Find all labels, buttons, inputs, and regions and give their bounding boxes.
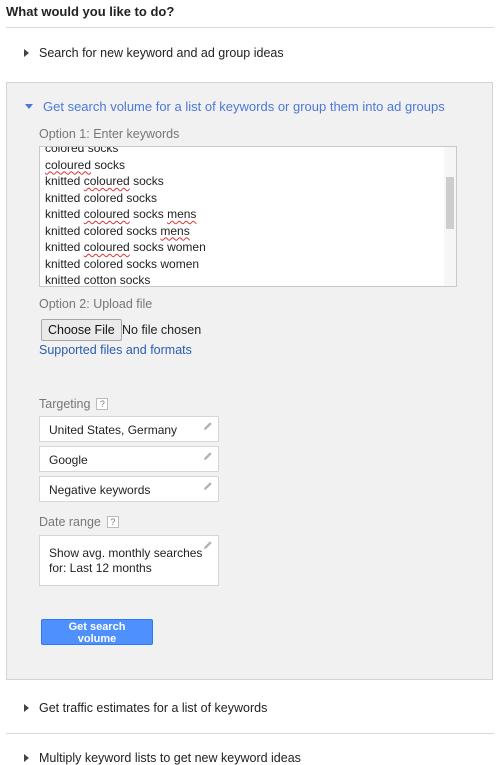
negative-keywords-value: Negative keywords: [49, 483, 151, 497]
choose-file-button[interactable]: Choose File: [41, 319, 122, 341]
section-label: Search for new keyword and ad group idea…: [39, 46, 284, 60]
keywords-textarea[interactable]: colored socks coloured socks knitted col…: [39, 146, 457, 287]
targeting-location[interactable]: United States, Germany: [39, 416, 219, 442]
pencil-icon[interactable]: [203, 481, 213, 491]
section-label: Get search volume for a list of keywords…: [43, 99, 445, 114]
expand-arrow-icon: [24, 703, 29, 712]
help-icon[interactable]: ?: [96, 398, 109, 410]
expand-arrow-icon: [24, 48, 29, 57]
section-label: Multiply keyword lists to get new keywor…: [39, 751, 301, 765]
pencil-icon[interactable]: [203, 451, 213, 461]
keyword-line: knitted coloured socks women: [45, 240, 206, 254]
network-value: Google: [49, 453, 88, 467]
no-file-text: No file chosen: [122, 323, 202, 337]
section-get-search-volume[interactable]: Get search volume for a list of keywords…: [25, 99, 445, 114]
keyword-line: knitted colored socks women: [45, 256, 200, 271]
targeting-negative-keywords[interactable]: Negative keywords: [39, 476, 219, 502]
option1-label: Option 1: Enter keywords: [39, 127, 180, 141]
section-multiply-keyword-lists[interactable]: Multiply keyword lists to get new keywor…: [24, 751, 301, 765]
divider: [6, 733, 494, 734]
section-label: Get traffic estimates for a list of keyw…: [39, 701, 268, 715]
scrollbar-thumb[interactable]: [446, 177, 454, 229]
date-range-value: Show avg. monthly searches for: Last 12 m…: [49, 546, 203, 575]
keyword-line: knitted coloured socks: [45, 174, 164, 188]
supported-files-link[interactable]: Supported files and formats: [39, 343, 192, 357]
page-heading: What would you like to do?: [6, 4, 175, 19]
keyword-line: knitted colored socks mens: [45, 223, 190, 238]
targeting-label: Targeting?: [39, 397, 109, 411]
keyword-line: knitted colored socks: [45, 190, 158, 205]
option2-label: Option 2: Upload file: [39, 297, 153, 311]
get-search-volume-panel: Get search volume for a list of keywords…: [6, 82, 493, 680]
collapse-arrow-icon: [25, 104, 33, 110]
scrollbar[interactable]: [444, 147, 456, 286]
location-value: United States, Germany: [49, 423, 178, 437]
expand-arrow-icon: [24, 753, 29, 762]
section-traffic-estimates[interactable]: Get traffic estimates for a list of keyw…: [24, 701, 267, 715]
keyword-list: colored socks coloured socks knitted col…: [45, 146, 206, 287]
get-search-volume-button[interactable]: Get search volume: [41, 619, 153, 645]
keyword-line: knitted coloured socks mens: [45, 207, 197, 221]
date-range-box[interactable]: Show avg. monthly searches for: Last 12 m…: [39, 535, 219, 586]
pencil-icon[interactable]: [203, 540, 213, 550]
keyword-line: knitted cotton socks: [45, 273, 151, 287]
keyword-line: colored socks: [45, 146, 119, 155]
keyword-line: coloured socks: [45, 157, 126, 172]
section-search-new-ideas[interactable]: Search for new keyword and ad group idea…: [24, 46, 284, 60]
help-icon[interactable]: ?: [106, 516, 119, 528]
divider: [6, 27, 494, 28]
targeting-network[interactable]: Google: [39, 446, 219, 472]
date-range-label: Date range?: [39, 515, 119, 529]
pencil-icon[interactable]: [203, 421, 213, 431]
